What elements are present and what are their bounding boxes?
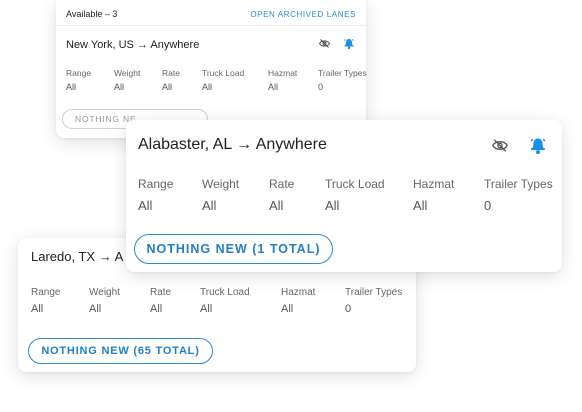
- field-truck-load: Truck Load All: [200, 287, 250, 315]
- field-rate: Rate All: [269, 177, 295, 213]
- lane-fields: Range All Weight All Rate All Truck Load All…: [66, 68, 378, 92]
- divider: [56, 25, 366, 26]
- lane-actions: [492, 137, 546, 154]
- field-truck-load: Truck Load All: [202, 68, 245, 92]
- field-range: Range All: [66, 68, 92, 92]
- lane-actions: [319, 38, 354, 49]
- field-trailer-types: Trailer Types 0: [345, 287, 403, 315]
- nothing-new-button[interactable]: NOTHING NEW (65 TOTAL): [28, 338, 213, 364]
- lane-title: New York, US → Anywhere: [66, 39, 199, 51]
- lane-fields: Range All Weight All Rate All Truck Load All…: [138, 177, 564, 213]
- field-rate: Rate All: [162, 68, 180, 92]
- field-weight: Weight All: [89, 287, 120, 315]
- destination-label: Anywhere: [255, 136, 327, 153]
- bell-icon[interactable]: [530, 137, 546, 154]
- destination-label: Anywhere: [150, 39, 200, 51]
- lane-title: Alabaster, AL → Anywhere: [138, 136, 327, 154]
- destination-label: A: [114, 249, 124, 264]
- lane-card-new-york: Available – 3 OPEN ARCHIVED LANES New Yo…: [56, 0, 367, 138]
- arrow-icon: →: [98, 249, 112, 264]
- origin-label: Laredo, TX: [31, 249, 96, 264]
- field-weight: Weight All: [202, 177, 240, 213]
- lane-fields: Range All Weight All Rate All Truck Load All…: [31, 287, 415, 315]
- field-weight: Weight All: [114, 68, 141, 92]
- field-hazmat: Hazmat All: [281, 287, 316, 315]
- field-range: Range All: [31, 287, 61, 315]
- field-truck-load: Truck Load All: [325, 177, 385, 213]
- origin-label: New York, US: [66, 39, 134, 51]
- field-trailer-types: Trailer Types 0: [484, 177, 553, 213]
- open-archived-lanes-link[interactable]: OPEN ARCHIVED LANES: [250, 10, 356, 19]
- eye-slash-icon[interactable]: [492, 139, 508, 152]
- lane-card-alabaster: Alabaster, AL → Anywhere Range All Weight…: [126, 120, 562, 272]
- arrow-icon: →: [136, 39, 148, 51]
- lane-title: Laredo, TX → A: [31, 249, 123, 264]
- field-rate: Rate All: [150, 287, 172, 315]
- field-hazmat: Hazmat All: [268, 68, 298, 92]
- field-hazmat: Hazmat All: [413, 177, 455, 213]
- eye-slash-icon[interactable]: [319, 39, 330, 48]
- bell-icon[interactable]: [344, 38, 354, 49]
- origin-label: Alabaster, AL: [138, 136, 232, 153]
- lanes-header: Available – 3 OPEN ARCHIVED LANES: [66, 6, 356, 22]
- nothing-new-button[interactable]: NOTHING NEW (1 TOTAL): [134, 234, 333, 264]
- field-trailer-types: Trailer Types 0: [318, 68, 367, 92]
- arrow-icon: →: [236, 136, 253, 153]
- field-range: Range All: [138, 177, 174, 213]
- available-count: Available – 3: [66, 9, 118, 19]
